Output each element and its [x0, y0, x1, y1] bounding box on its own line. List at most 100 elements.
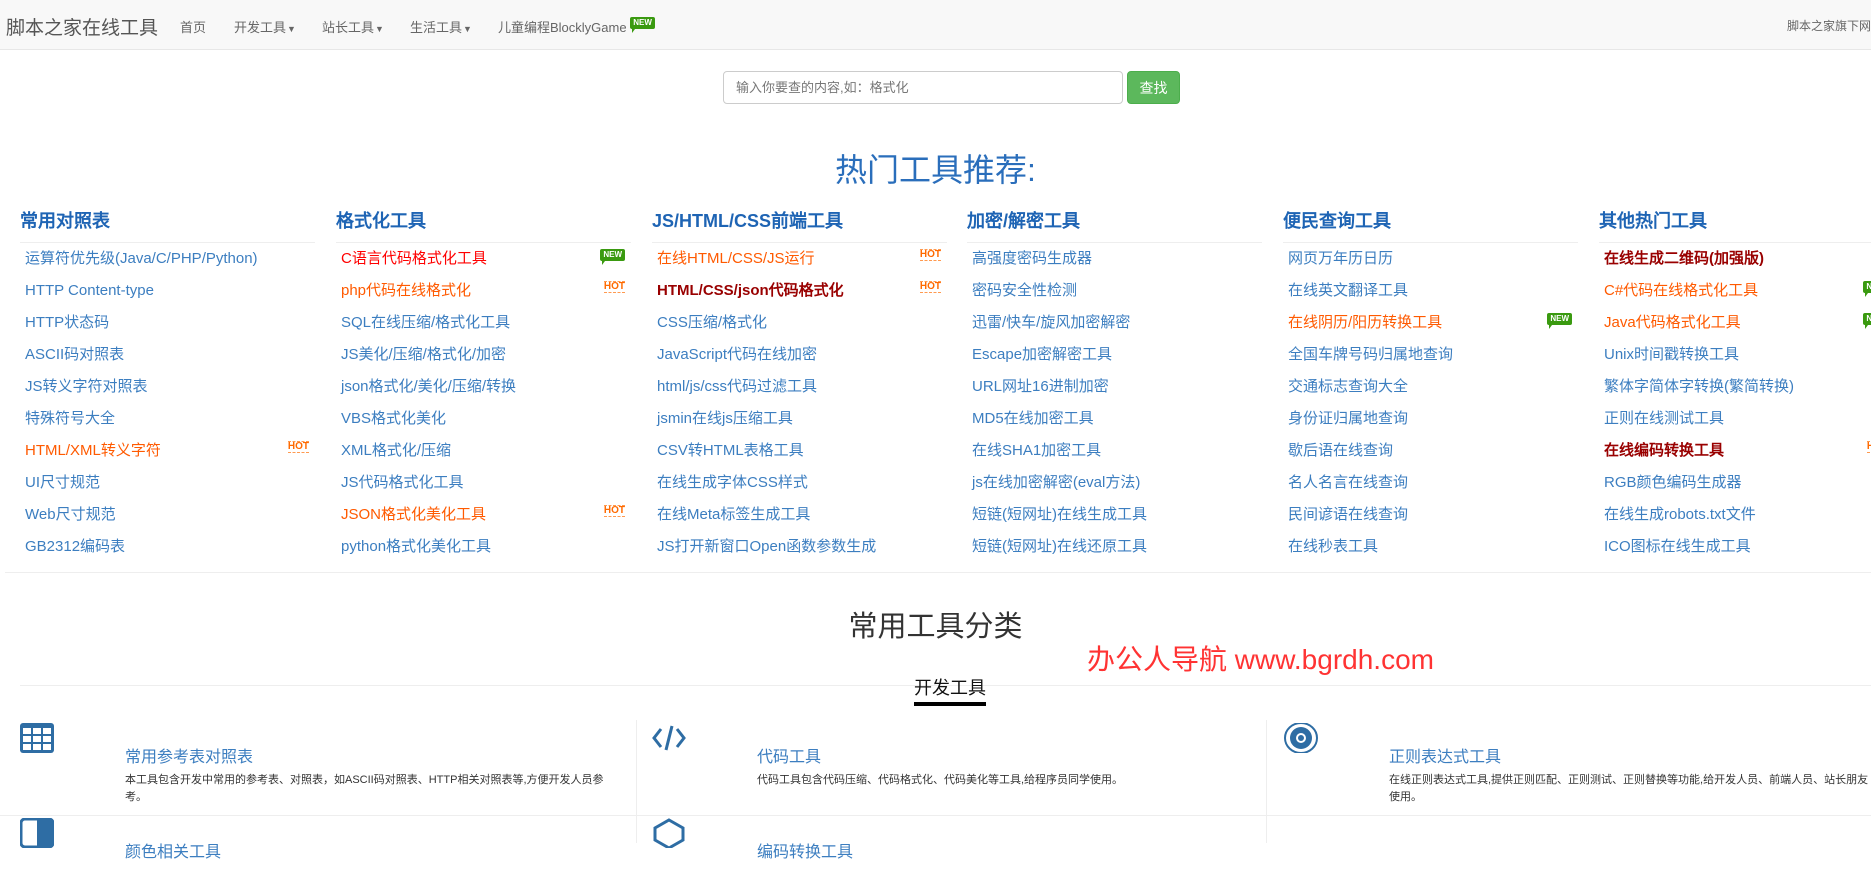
tool-link[interactable]: JS转义字符对照表 [25, 378, 148, 395]
tool-list: 在线生成二维码(加强版) C#代码在线格式化工具 NEW Java代码格式化工具 NEW… [1599, 243, 1871, 563]
tool-link[interactable]: 在线生成字体CSS样式 [657, 474, 808, 491]
tool-link[interactable]: ICO图标在线生成工具 [1604, 538, 1751, 555]
tool-link[interactable]: js在线加密解密(eval方法) [972, 474, 1140, 491]
card-description: 在线正则表达式工具,提供正则匹配、正则测试、正则替换等功能,给开发人员、前端人员… [1389, 774, 1869, 803]
tool-link[interactable]: VBS格式化美化 [341, 410, 446, 427]
tool-link[interactable]: 繁体字简体字转换(繁简转换) [1604, 378, 1794, 395]
tool-link[interactable]: URL网址16进制加密 [972, 378, 1109, 395]
card-regex-tools[interactable]: 正则表达式工具 在线正则表达式工具,提供正则匹配、正则测试、正则替换等功能,给开… [1264, 700, 1871, 803]
tool-link[interactable]: Java代码格式化工具 [1604, 314, 1741, 331]
tool-link[interactable]: json格式化/美化/压缩/转换 [341, 378, 516, 395]
card-title[interactable]: 常用参考表对照表 [125, 743, 253, 767]
tool-link[interactable]: 名人名言在线查询 [1288, 474, 1408, 491]
tool-link[interactable]: JavaScript代码在线加密 [657, 346, 817, 363]
tool-list-item: MD5在线加密工具 [967, 403, 1262, 435]
tool-link[interactable]: 迅雷/快车/旋风加密解密 [972, 314, 1130, 331]
column-heading: 便民查询工具 [1283, 208, 1578, 243]
search-button[interactable]: 查找 [1127, 71, 1180, 104]
brand-logo[interactable]: 脚本之家在线工具 [6, 13, 158, 40]
tool-link[interactable]: CSS压缩/格式化 [657, 314, 767, 331]
tool-link[interactable]: C#代码在线格式化工具 [1604, 282, 1758, 299]
tool-link[interactable]: 交通标志查询大全 [1288, 378, 1408, 395]
tool-link[interactable]: RGB颜色编码生成器 [1604, 474, 1742, 491]
tool-link[interactable]: 在线生成二维码(加强版) [1604, 250, 1764, 267]
nav-label: 儿童编程BlocklyGame [498, 20, 627, 35]
tool-link[interactable]: 在线Meta标签生成工具 [657, 506, 810, 523]
tool-link[interactable]: 在线SHA1加密工具 [972, 442, 1101, 459]
tool-link[interactable]: Escape加密解密工具 [972, 346, 1112, 363]
tool-link[interactable]: C语言代码格式化工具 [341, 250, 487, 267]
tool-list-item: HTML/CSS/json代码格式化 HOT [652, 275, 947, 307]
tool-link[interactable]: python格式化美化工具 [341, 538, 491, 555]
tool-link[interactable]: UI尺寸规范 [25, 474, 100, 491]
card-title[interactable]: 代码工具 [757, 743, 821, 767]
tool-link[interactable]: SQL在线压缩/格式化工具 [341, 314, 510, 331]
card-color-tools[interactable]: 颜色相关工具 [0, 795, 636, 873]
nav-home[interactable]: 首页 [180, 17, 206, 36]
tool-link[interactable]: 高强度密码生成器 [972, 250, 1092, 267]
nav-webmaster-tools[interactable]: 站长工具▼ [322, 17, 384, 36]
tool-link[interactable]: GB2312编码表 [25, 538, 125, 555]
card-title[interactable]: 编码转换工具 [757, 838, 853, 862]
tool-link[interactable]: 特殊符号大全 [25, 410, 115, 427]
tool-link[interactable]: html/js/css代码过滤工具 [657, 378, 817, 395]
tool-link[interactable]: Web尺寸规范 [25, 506, 116, 523]
tool-link[interactable]: 歇后语在线查询 [1288, 442, 1393, 459]
search-input[interactable] [723, 71, 1123, 104]
regex-emblem-icon [1284, 723, 1318, 753]
tool-link[interactable]: 正则在线测试工具 [1604, 410, 1724, 427]
tool-list-item: json格式化/美化/压缩/转换 [336, 371, 631, 403]
tool-link[interactable]: 在线编码转换工具 [1604, 442, 1724, 459]
tool-link[interactable]: HTTP状态码 [25, 314, 109, 331]
tool-list-item: js在线加密解密(eval方法) [967, 467, 1262, 499]
tool-link[interactable]: php代码在线格式化 [341, 282, 471, 299]
tool-link[interactable]: 在线生成robots.txt文件 [1604, 506, 1756, 523]
tool-list: 高强度密码生成器 密码安全性检测迅雷/快车/旋风加密解密 Escape加密解密工具 U… [967, 243, 1262, 563]
tool-link[interactable]: XML格式化/压缩 [341, 442, 451, 459]
card-reference-tables[interactable]: 常用参考表对照表 本工具包含开发中常用的参考表、对照表，如ASCII码对照表、H… [0, 700, 636, 803]
tool-link[interactable]: 网页万年历日历 [1288, 250, 1393, 267]
tool-link[interactable]: jsmin在线js压缩工具 [657, 410, 793, 427]
tool-link[interactable]: HTML/XML转义字符 [25, 442, 161, 459]
tool-list-item: 交通标志查询大全 [1283, 371, 1578, 403]
tool-link[interactable]: 在线英文翻译工具 [1288, 282, 1408, 299]
column-heading: 其他热门工具 [1599, 208, 1871, 243]
tool-link[interactable]: 在线HTML/CSS/JS运行 [657, 250, 815, 267]
tool-link[interactable]: 运算符优先级(Java/C/PHP/Python) [25, 250, 258, 267]
tool-list-item: 在线生成字体CSS样式 [652, 467, 947, 499]
tool-link[interactable]: 短链(短网址)在线还原工具 [972, 538, 1147, 555]
tool-link[interactable]: HTTP Content-type [25, 282, 154, 299]
tool-link[interactable]: 密码安全性检测 [972, 282, 1077, 299]
card-code-tools[interactable]: 代码工具 代码工具包含代码压缩、代码格式化、代码美化等工具,给程序员同学使用。 [632, 700, 1266, 786]
tool-link[interactable]: JS代码格式化工具 [341, 474, 464, 491]
column-heading: JS/HTML/CSS前端工具 [652, 208, 947, 243]
tool-link[interactable]: Unix时间戳转换工具 [1604, 346, 1739, 363]
tool-link[interactable]: MD5在线加密工具 [972, 410, 1094, 427]
nav-life-tools[interactable]: 生活工具▼ [410, 17, 472, 36]
tool-list-item: 在线SHA1加密工具 [967, 435, 1262, 467]
card-encoding-tools[interactable]: 编码转换工具 [632, 795, 1266, 873]
nav-network-link[interactable]: 脚本之家旗下网 [1787, 17, 1871, 34]
tool-link[interactable]: JSON格式化美化工具 [341, 506, 486, 523]
tool-link[interactable]: 在线秒表工具 [1288, 538, 1378, 555]
nav-blocklygame[interactable]: 儿童编程BlocklyGame NEW [498, 17, 655, 36]
tool-link[interactable]: ASCII码对照表 [25, 346, 124, 363]
tool-list-item: 高强度密码生成器 [967, 243, 1262, 275]
tool-link[interactable]: 在线阴历/阳历转换工具 [1288, 314, 1442, 331]
tool-link[interactable]: CSV转HTML表格工具 [657, 442, 804, 459]
tool-list-item: HTTP状态码 [20, 307, 315, 339]
tool-list-item: 在线Meta标签生成工具 [652, 499, 947, 531]
card-title[interactable]: 正则表达式工具 [1389, 743, 1501, 767]
tool-link[interactable]: 短链(短网址)在线生成工具 [972, 506, 1147, 523]
nav-dev-tools[interactable]: 开发工具▼ [234, 17, 296, 36]
tool-link[interactable]: JS美化/压缩/格式化/加密 [341, 346, 506, 363]
tool-link[interactable]: HTML/CSS/json代码格式化 [657, 282, 844, 299]
tool-list-item: 短链(短网址)在线还原工具 [967, 531, 1262, 563]
tool-link[interactable]: 全国车牌号码归属地查询 [1288, 346, 1453, 363]
tool-list-item: Unix时间戳转换工具 [1599, 339, 1871, 371]
tool-link[interactable]: 民间谚语在线查询 [1288, 506, 1408, 523]
card-title[interactable]: 颜色相关工具 [125, 838, 221, 862]
tool-link[interactable]: JS打开新窗口Open函数参数生成 [657, 538, 876, 555]
tool-link[interactable]: 身份证归属地查询 [1288, 410, 1408, 427]
tool-list-item: 名人名言在线查询 [1283, 467, 1578, 499]
